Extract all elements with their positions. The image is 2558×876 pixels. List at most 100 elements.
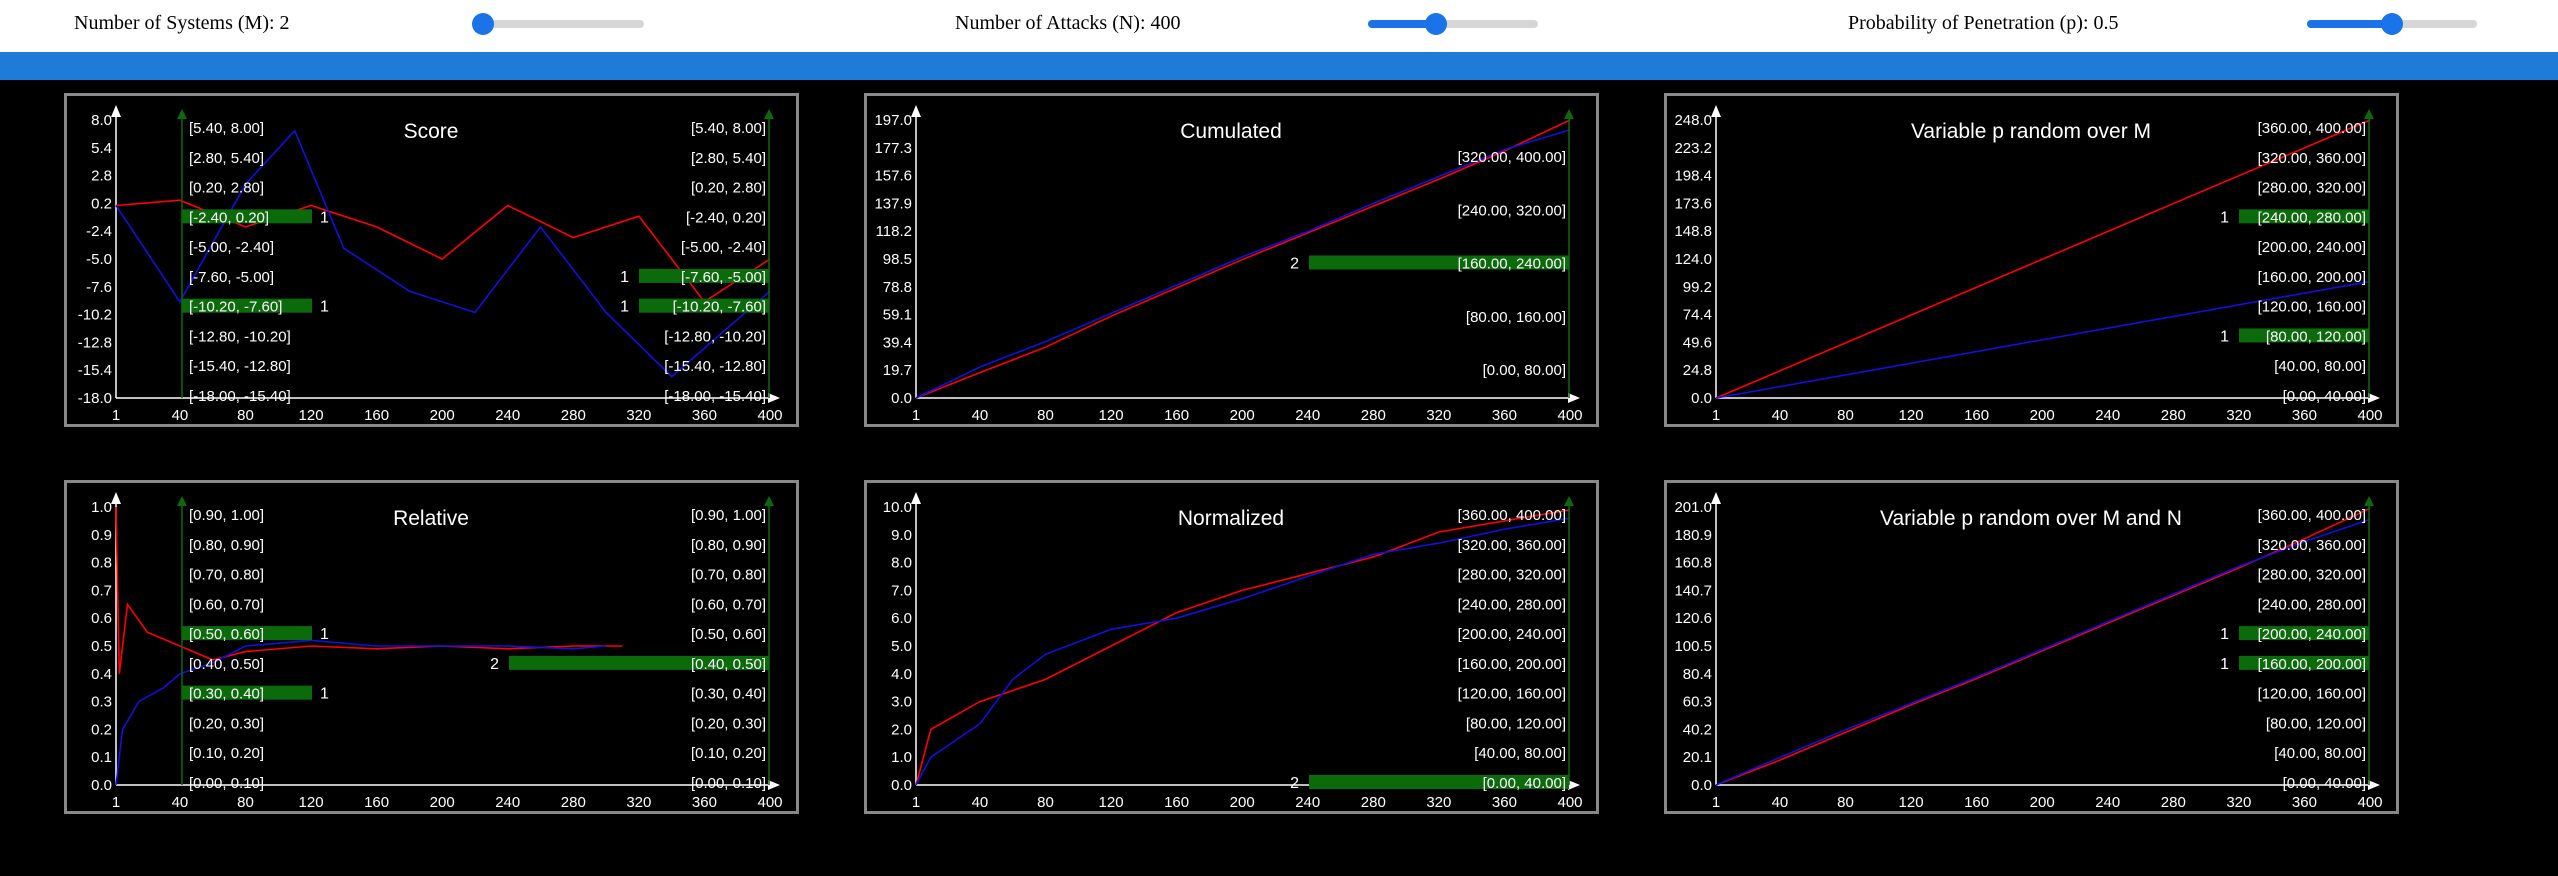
y-tick-label: 39.4 (883, 334, 912, 351)
y-tick-label: 0.4 (91, 666, 112, 683)
right-histogram-bin-label: [160.00, 200.00] (1458, 656, 1566, 673)
y-tick-label: 4.0 (891, 666, 912, 683)
x-tick-label: 320 (1426, 407, 1451, 424)
chart-frame (1664, 93, 2399, 427)
x-tick-label: 1 (912, 794, 920, 811)
y-tick-label: 98.5 (883, 251, 912, 268)
y-tick-label: 8.0 (891, 555, 912, 572)
y-tick-label: 0.1 (91, 749, 112, 766)
x-tick-label: 320 (626, 794, 651, 811)
chart-title: Variable p random over M (1911, 120, 2151, 143)
right-histogram-count: 2 (490, 656, 499, 673)
y-tick-label: 0.0 (891, 777, 912, 794)
right-histogram-bin-label: [0.00, 0.10] (691, 775, 766, 792)
x-tick-label: 160 (1964, 407, 1989, 424)
y-tick-label: -12.8 (78, 334, 112, 351)
right-histogram-bin-label: [240.00, 280.00] (2258, 596, 2366, 613)
chart-title: Score (404, 120, 459, 143)
right-histogram-count: 1 (2220, 209, 2229, 226)
right-histogram-bin-label: [320.00, 360.00] (2258, 537, 2366, 554)
x-tick-label: 120 (1099, 794, 1124, 811)
y-tick-label: 3.0 (891, 694, 912, 711)
x-tick-label: 1 (112, 794, 120, 811)
right-histogram-bin-label: [120.00, 160.00] (2258, 686, 2366, 703)
right-histogram-bin-label: [80.00, 120.00] (2266, 328, 2366, 345)
systems-label: Number of Systems (M): 2 (74, 12, 290, 34)
x-tick-label: 200 (2030, 794, 2055, 811)
left-histogram-count: 1 (320, 209, 329, 226)
left-histogram-count: 1 (320, 626, 329, 643)
left-histogram-bin-label: [0.30, 0.40] (189, 686, 264, 703)
x-tick-label: 80 (1837, 407, 1854, 424)
left-histogram-bin-label: [-5.00, -2.40] (189, 239, 274, 256)
y-tick-label: 201.0 (1674, 499, 1712, 516)
y-tick-label: 1.0 (91, 499, 112, 516)
chart-title: Cumulated (1180, 120, 1282, 143)
x-tick-label: 240 (495, 794, 520, 811)
y-tick-label: 8.0 (91, 112, 112, 129)
x-tick-label: 200 (1230, 794, 1255, 811)
x-tick-label: 400 (757, 407, 782, 424)
right-histogram-bin-label: [0.80, 0.90] (691, 537, 766, 554)
x-tick-label: 320 (2226, 794, 2251, 811)
left-histogram-bin-label: [2.80, 5.40] (189, 150, 264, 167)
attacks-label: Number of Attacks (N): 400 (955, 12, 1181, 34)
y-tick-label: 10.0 (883, 499, 912, 516)
probability-slider[interactable] (2307, 13, 2477, 35)
left-histogram-bin-label: [-10.20, -7.60] (189, 299, 282, 316)
x-tick-label: 40 (972, 794, 989, 811)
x-tick-label: 320 (2226, 407, 2251, 424)
x-tick-label: 280 (2161, 794, 2186, 811)
x-tick-label: 160 (1164, 407, 1189, 424)
right-histogram-count: 1 (620, 299, 629, 316)
right-histogram-bin-label: [320.00, 360.00] (1458, 537, 1566, 554)
probability-slider-fill (2307, 20, 2392, 28)
x-tick-label: 40 (1772, 407, 1789, 424)
x-tick-label: 200 (2030, 407, 2055, 424)
x-tick-label: 240 (2095, 407, 2120, 424)
right-histogram-bin-label: [200.00, 240.00] (2258, 626, 2366, 643)
left-histogram-bin-label: [0.40, 0.50] (189, 656, 264, 673)
x-tick-label: 320 (626, 407, 651, 424)
y-tick-label: 49.6 (1683, 334, 1712, 351)
x-tick-label: 160 (1164, 794, 1189, 811)
y-tick-label: 0.0 (91, 777, 112, 794)
x-tick-label: 360 (2292, 794, 2317, 811)
right-histogram-bin-label: [240.00, 280.00] (1458, 596, 1566, 613)
left-histogram-bin-label: [0.60, 0.70] (189, 596, 264, 613)
right-histogram-bin-label: [0.00, 80.00] (1483, 362, 1566, 379)
y-tick-label: 5.4 (91, 140, 112, 157)
right-histogram-bin-label: [0.00, 40.00] (1483, 775, 1566, 792)
y-tick-label: 137.9 (874, 195, 912, 212)
right-histogram-bin-label: [-2.40, 0.20] (686, 209, 766, 226)
y-tick-label: 0.8 (91, 555, 112, 572)
left-histogram-bin-label: [-2.40, 0.20] (189, 209, 269, 226)
y-tick-label: 0.0 (891, 390, 912, 407)
attacks-slider-thumb[interactable] (1425, 13, 1447, 35)
right-histogram-bin-label: [40.00, 80.00] (1474, 745, 1566, 762)
right-histogram-bin-label: [0.30, 0.40] (691, 686, 766, 703)
x-tick-label: 160 (1964, 794, 1989, 811)
probability-slider-thumb[interactable] (2381, 13, 2403, 35)
systems-slider-thumb[interactable] (471, 13, 494, 35)
right-histogram-bin-label: [0.40, 0.50] (691, 656, 766, 673)
y-tick-label: 157.6 (874, 168, 912, 185)
right-histogram-bin-label: [200.00, 240.00] (2258, 239, 2366, 256)
x-tick-label: 400 (1557, 794, 1582, 811)
x-tick-label: 120 (1899, 407, 1924, 424)
right-histogram-bin-label: [160.00, 240.00] (1458, 256, 1566, 273)
x-tick-label: 1 (1712, 407, 1720, 424)
attacks-slider[interactable] (1368, 13, 1538, 35)
left-histogram-bin-label: [0.00, 0.10] (189, 775, 264, 792)
right-histogram-bin-label: [320.00, 400.00] (1458, 149, 1566, 166)
y-tick-label: 140.7 (1674, 582, 1712, 599)
right-histogram-bin-label: [280.00, 320.00] (1458, 567, 1566, 584)
y-tick-label: 99.2 (1683, 279, 1712, 296)
left-histogram-count: 1 (320, 686, 329, 703)
x-tick-label: 240 (1295, 794, 1320, 811)
right-histogram-bin-label: [0.60, 0.70] (691, 596, 766, 613)
x-tick-label: 360 (2292, 407, 2317, 424)
cumulated-chart: Cumulated 1 40 80 120 160 200 240 280 320 360 400 19… (864, 93, 1599, 427)
right-histogram-count: 1 (2220, 626, 2229, 643)
systems-slider[interactable] (471, 13, 644, 35)
